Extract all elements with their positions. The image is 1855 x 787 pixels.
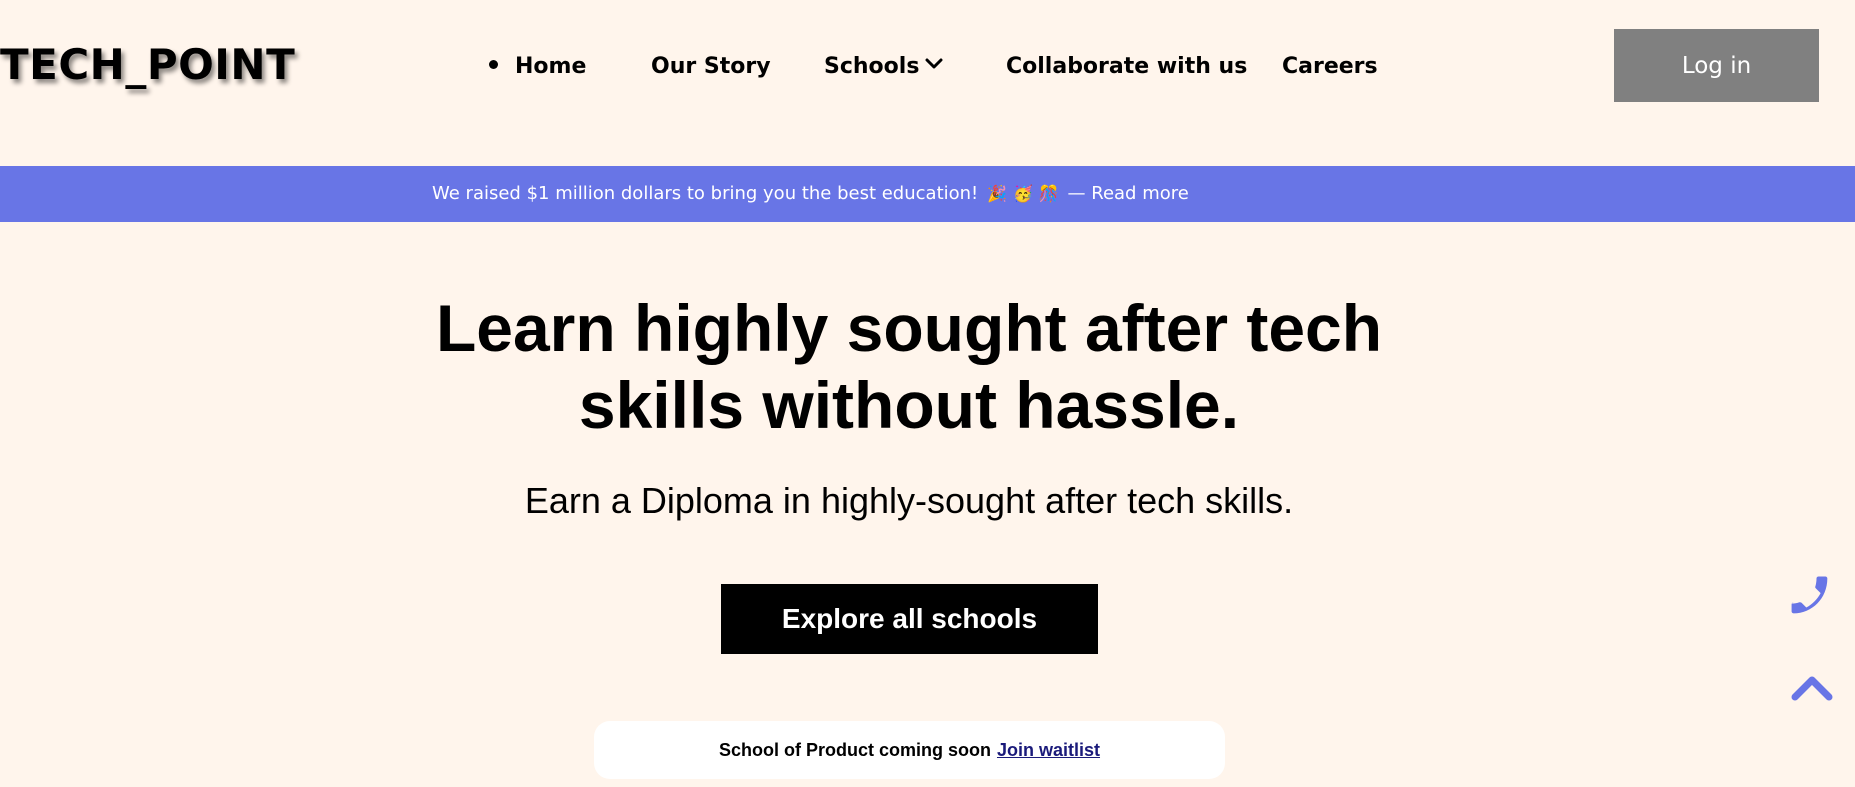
- read-more-link[interactable]: Read more: [1091, 183, 1189, 204]
- announcement-text: We raised $1 million dollars to bring yo…: [432, 183, 979, 204]
- announcement-bar: We raised $1 million dollars to bring yo…: [0, 166, 1855, 222]
- nav-item-label: Collaborate with us: [1006, 54, 1248, 79]
- join-waitlist-link[interactable]: Join waitlist: [997, 740, 1100, 761]
- announcement-content: We raised $1 million dollars to bring yo…: [432, 166, 1189, 222]
- hero-subtitle: Earn a Diploma in highly-sought after te…: [524, 480, 1294, 521]
- hero-title-line-2: skills without hassle.: [578, 368, 1240, 442]
- nav-item-collaborate[interactable]: Collaborate with us: [1006, 50, 1247, 84]
- nav-item-label: Our Story: [651, 54, 771, 79]
- nav-item-schools[interactable]: Schools: [824, 50, 943, 84]
- nav-item-careers[interactable]: Careers: [1282, 50, 1378, 84]
- phone-icon[interactable]: [1784, 570, 1836, 622]
- hero-title: Learn highly sought after tech skills wi…: [0, 290, 1818, 444]
- login-button[interactable]: Log in: [1614, 29, 1819, 102]
- page: TECH_POINT Home Our Story Schools Collab…: [0, 0, 1855, 787]
- confetti-ball-icon: 🎊: [1038, 184, 1059, 203]
- hero-title-line-1: Learn highly sought after tech: [435, 291, 1383, 365]
- nav-item-label: Home: [515, 54, 587, 79]
- nav-item-label: Schools: [824, 54, 920, 79]
- brand-logo[interactable]: TECH_POINT: [0, 40, 295, 89]
- chevron-up-icon[interactable]: [1790, 672, 1834, 702]
- party-popper-icon: 🎉: [987, 184, 1007, 203]
- party-face-icon: 🥳: [1012, 184, 1033, 203]
- explore-schools-button[interactable]: Explore all schools: [721, 584, 1098, 654]
- announcement-separator: —: [1067, 183, 1086, 204]
- chevron-down-icon: [925, 47, 943, 81]
- site-header: TECH_POINT Home Our Story Schools Collab…: [0, 0, 1855, 166]
- nav-item-label: Careers: [1282, 54, 1378, 79]
- nav-item-our-story[interactable]: Our Story: [651, 50, 771, 84]
- nav-item-home[interactable]: Home: [489, 50, 586, 84]
- waitlist-notice: School of Product coming soon Join waitl…: [594, 721, 1225, 779]
- active-bullet-icon: [489, 59, 498, 69]
- notice-text: School of Product coming soon: [718, 739, 991, 760]
